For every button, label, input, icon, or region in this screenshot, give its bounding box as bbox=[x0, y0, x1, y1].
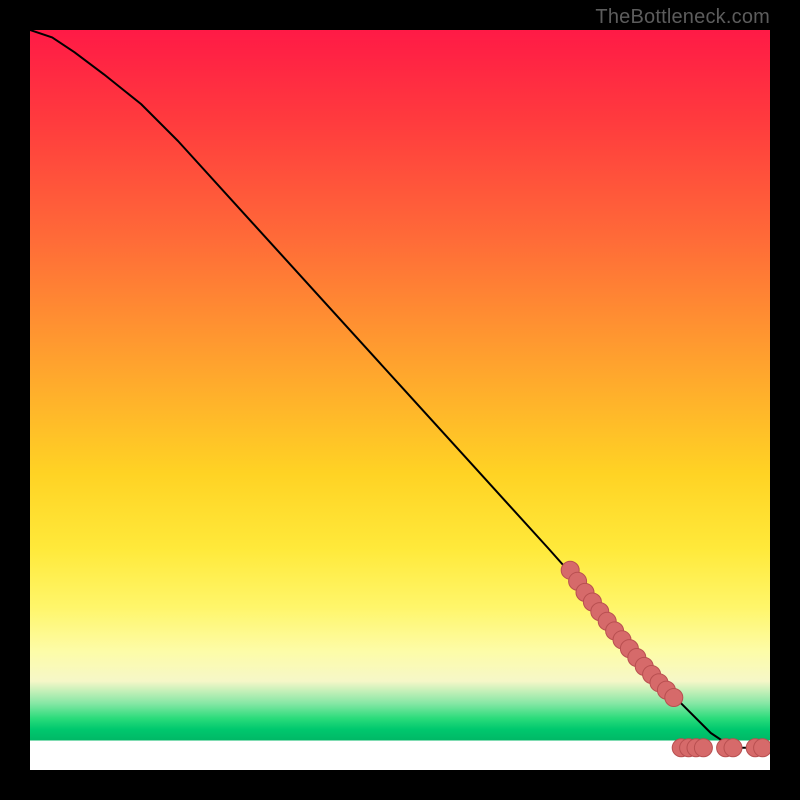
data-point bbox=[672, 739, 690, 757]
data-point bbox=[694, 739, 712, 757]
data-points bbox=[561, 561, 770, 757]
data-point bbox=[680, 739, 698, 757]
data-point bbox=[650, 674, 668, 692]
data-point bbox=[746, 739, 764, 757]
data-point bbox=[576, 583, 594, 601]
data-point bbox=[665, 689, 683, 707]
data-point bbox=[717, 739, 735, 757]
data-point bbox=[583, 593, 601, 611]
data-point bbox=[635, 657, 653, 675]
curve-line bbox=[30, 30, 770, 748]
data-point bbox=[724, 739, 742, 757]
data-point bbox=[591, 603, 609, 621]
data-point bbox=[598, 612, 616, 630]
data-point bbox=[657, 681, 675, 699]
chart-svg bbox=[30, 30, 770, 770]
chart-frame: TheBottleneck.com bbox=[0, 0, 800, 800]
plot-area bbox=[30, 30, 770, 770]
data-point bbox=[643, 666, 661, 684]
watermark-text: TheBottleneck.com bbox=[595, 6, 770, 29]
data-point bbox=[606, 622, 624, 640]
data-point bbox=[569, 572, 587, 590]
data-point bbox=[754, 739, 770, 757]
data-point bbox=[620, 640, 638, 658]
data-point bbox=[687, 739, 705, 757]
data-point bbox=[613, 631, 631, 649]
data-point bbox=[628, 649, 646, 667]
data-point bbox=[561, 561, 579, 579]
